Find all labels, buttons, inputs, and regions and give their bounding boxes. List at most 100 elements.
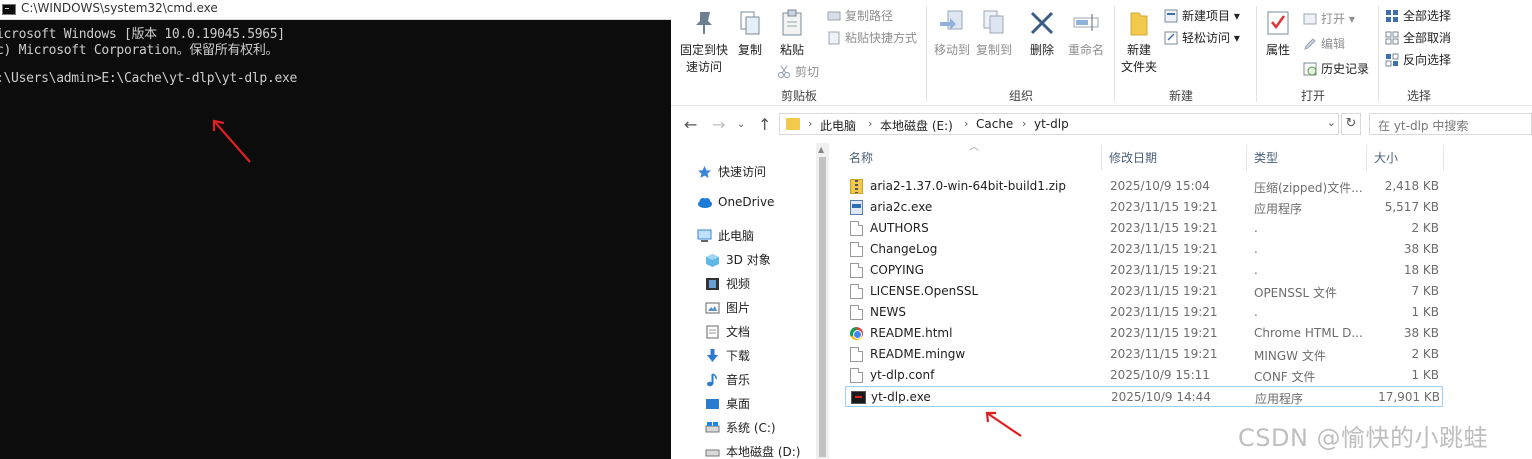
- file-row[interactable]: aria2c.exe 2023/11/15 19:21 应用程序 5,517 K…: [845, 197, 1443, 218]
- back-arrow-icon[interactable]: ←: [684, 115, 697, 134]
- properties-button[interactable]: 属性: [1263, 8, 1293, 59]
- paste-label: 粘贴: [779, 43, 804, 57]
- column-divider[interactable]: [1101, 145, 1102, 171]
- file-name: aria2-1.37.0-win-64bit-build1.zip: [870, 179, 1066, 193]
- breadcrumb-chevron-icon[interactable]: ›: [964, 117, 968, 130]
- file-name: README.html: [870, 326, 953, 340]
- nav-item-videos[interactable]: 视频: [705, 275, 750, 292]
- zip-icon: [850, 179, 863, 194]
- cut-label: 剪切: [795, 65, 820, 79]
- paste-shortcut-button[interactable]: 粘贴快捷方式: [827, 29, 917, 46]
- column-header-size[interactable]: 大小: [1374, 149, 1398, 166]
- cmd-title-bar[interactable]: C:\WINDOWS\system32\cmd.exe: [0, 0, 671, 20]
- nav-item-quick-access[interactable]: 快速访问: [697, 163, 766, 180]
- breadcrumb[interactable]: 此电脑: [820, 117, 856, 134]
- column-divider[interactable]: [1246, 145, 1247, 171]
- nav-item-music[interactable]: 音乐: [705, 371, 750, 388]
- open-button[interactable]: 打开 ▾: [1303, 10, 1355, 27]
- file-size: 2 KB: [1411, 347, 1439, 361]
- move-to-button[interactable]: 移动到: [933, 8, 971, 59]
- breadcrumb-chevron-icon[interactable]: ›: [1022, 117, 1026, 130]
- column-header-type[interactable]: 类型: [1254, 149, 1278, 166]
- address-bar[interactable]: › 此电脑 › 本地磁盘 (E:) › Cache › yt-dlp ⌄: [779, 113, 1339, 135]
- copy-button[interactable]: 复制: [735, 8, 765, 59]
- breadcrumb-chevron-icon[interactable]: ›: [808, 117, 812, 130]
- file-icon: [850, 284, 863, 299]
- scrollbar-thumb[interactable]: [819, 157, 826, 457]
- scroll-up-icon[interactable]: ▲: [818, 145, 824, 154]
- select-none-button[interactable]: 全部取消: [1385, 29, 1451, 46]
- new-item-button[interactable]: 新建项目 ▾: [1164, 7, 1240, 24]
- file-modified: 2023/11/15 19:21: [1110, 305, 1218, 319]
- move-to-icon: [938, 8, 966, 38]
- address-dropdown-icon[interactable]: ⌄: [1327, 116, 1336, 129]
- easy-access-button[interactable]: 轻松访问 ▾: [1164, 29, 1240, 46]
- refresh-icon[interactable]: ↻: [1341, 113, 1361, 135]
- file-row[interactable]: NEWS 2023/11/15 19:21 . 1 KB: [845, 302, 1443, 323]
- chrome-html-icon: [850, 327, 863, 340]
- breadcrumb-chevron-icon[interactable]: ›: [868, 117, 872, 130]
- file-row[interactable]: README.mingw 2023/11/15 19:21 MINGW 文件 2…: [845, 344, 1443, 365]
- file-type: Chrome HTML D...: [1254, 326, 1363, 340]
- file-row[interactable]: AUTHORS 2023/11/15 19:21 . 2 KB: [845, 218, 1443, 239]
- new-folder-label: 新建 文件夹: [1120, 43, 1157, 74]
- file-row[interactable]: yt-dlp.conf 2025/10/9 15:11 CONF 文件 1 KB: [845, 365, 1443, 386]
- clipboard-group-label: 剪贴板: [780, 89, 817, 103]
- paste-button[interactable]: 粘贴: [777, 8, 807, 59]
- nav-item-downloads[interactable]: 下载: [705, 347, 750, 364]
- recent-locations-chevron-icon[interactable]: ⌄: [737, 119, 745, 130]
- nav-item-onedrive[interactable]: OneDrive: [697, 195, 774, 209]
- edit-button[interactable]: 编辑: [1303, 35, 1345, 52]
- file-type: CONF 文件: [1254, 370, 1316, 384]
- column-header-name[interactable]: 名称: [849, 149, 873, 166]
- open-group-label: 打开: [1300, 89, 1325, 103]
- rename-button[interactable]: 重命名: [1066, 8, 1106, 59]
- delete-button[interactable]: 删除: [1027, 8, 1057, 59]
- history-button[interactable]: 历史记录: [1303, 60, 1369, 77]
- scissors-icon: [777, 65, 791, 79]
- edit-label: 编辑: [1321, 37, 1346, 51]
- nav-item-label: 图片: [726, 301, 751, 315]
- new-folder-button[interactable]: 新建 文件夹: [1119, 8, 1159, 76]
- nav-item-this-pc[interactable]: 此电脑: [697, 227, 754, 244]
- ribbon: 固定到快 速访问 复制 粘贴 复制路径 粘贴快捷方式 剪切 剪贴板 移动到 复制…: [671, 0, 1532, 106]
- breadcrumb[interactable]: yt-dlp: [1034, 117, 1069, 131]
- file-row[interactable]: ChangeLog 2023/11/15 19:21 . 38 KB: [845, 239, 1443, 260]
- file-row[interactable]: COPYING 2023/11/15 19:21 . 18 KB: [845, 260, 1443, 281]
- file-row-selected[interactable]: yt-dlp.exe 2025/10/9 14:44 应用程序 17,901 K…: [845, 386, 1443, 407]
- file-row[interactable]: aria2-1.37.0-win-64bit-build1.zip 2025/1…: [845, 176, 1443, 197]
- invert-selection-button[interactable]: 反向选择: [1385, 51, 1451, 68]
- copy-to-button[interactable]: 复制到: [975, 8, 1013, 59]
- file-size: 1 KB: [1411, 305, 1439, 319]
- nav-item-drive-c[interactable]: 系统 (C:): [705, 419, 776, 436]
- pin-icon: [690, 8, 718, 38]
- file-row[interactable]: README.html 2023/11/15 19:21 Chrome HTML…: [845, 323, 1443, 344]
- column-divider[interactable]: [1443, 145, 1444, 171]
- nav-item-drive-d[interactable]: 本地磁盘 (D:): [705, 443, 800, 459]
- nav-item-label: 文档: [726, 325, 751, 339]
- up-arrow-icon[interactable]: ↑: [758, 115, 771, 134]
- file-type: 压缩(zipped)文件...: [1254, 181, 1363, 195]
- column-header-modified[interactable]: 修改日期: [1109, 149, 1157, 166]
- picture-icon: [705, 301, 720, 315]
- nav-item-documents[interactable]: 文档: [705, 323, 750, 340]
- column-divider[interactable]: [1366, 145, 1367, 171]
- nav-item-label: 系统 (C:): [726, 421, 776, 435]
- file-modified: 2023/11/15 19:21: [1110, 326, 1218, 340]
- breadcrumb[interactable]: Cache: [976, 117, 1013, 131]
- file-row[interactable]: LICENSE.OpenSSL 2023/11/15 19:21 OPENSSL…: [845, 281, 1443, 302]
- pin-quick-access-button[interactable]: 固定到快 速访问: [677, 8, 731, 76]
- cmd-window[interactable]: C:\WINDOWS\system32\cmd.exe icrosoft Win…: [0, 0, 671, 459]
- nav-item-3d-objects[interactable]: 3D 对象: [705, 251, 771, 268]
- drive-icon: [705, 445, 720, 459]
- nav-item-pictures[interactable]: 图片: [705, 299, 750, 316]
- search-input[interactable]: 在 yt-dlp 中搜索: [1369, 113, 1532, 135]
- nav-pane-scrollbar[interactable]: ▲: [816, 143, 829, 459]
- breadcrumb[interactable]: 本地磁盘 (E:): [880, 117, 953, 134]
- forward-arrow-icon[interactable]: →: [712, 115, 725, 134]
- select-all-button[interactable]: 全部选择: [1385, 7, 1451, 24]
- nav-item-desktop[interactable]: 桌面: [705, 395, 750, 412]
- cut-button[interactable]: 剪切: [777, 63, 819, 80]
- copy-path-button[interactable]: 复制路径: [827, 7, 893, 24]
- cmd-prompt-line[interactable]: :\Users\admin>E:\Cache\yt-dlp\yt-dlp.exe: [0, 71, 297, 86]
